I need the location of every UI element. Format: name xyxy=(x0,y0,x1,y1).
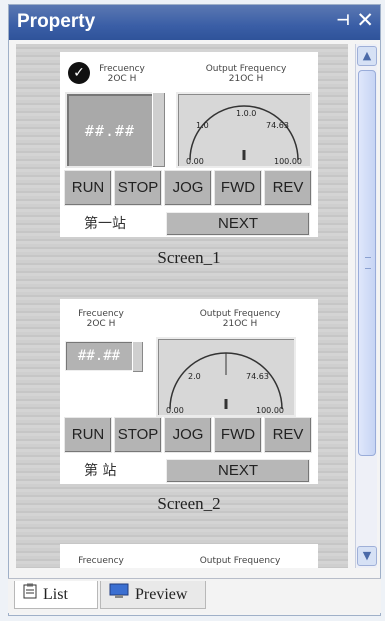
screen-thumbnail-3[interactable]: Frecuency Output Frequency xyxy=(60,544,318,568)
tab-list[interactable]: List xyxy=(14,581,98,609)
gauge-dial: 1.0 1.0.0 74.63 0.00 100.00 xyxy=(186,105,302,166)
tab-strip: List Preview xyxy=(8,578,381,613)
fwd-button[interactable]: FWD xyxy=(214,170,262,206)
run-button[interactable]: RUN xyxy=(64,170,112,206)
frequency-display: ##.## xyxy=(65,92,155,168)
display-side-bar xyxy=(132,341,144,373)
display-side-bar xyxy=(152,92,166,168)
screen-caption-1: Screen_1 xyxy=(157,248,221,267)
gauge-top-tick: 1.0.0 xyxy=(236,109,256,118)
output-frequency-label: Output Frequency xyxy=(199,309,281,319)
gauge-right-tick: 74.63 xyxy=(266,121,289,130)
frequency-display: ##.## xyxy=(65,341,133,371)
jog-button[interactable]: JOG xyxy=(164,170,212,206)
stop-button[interactable]: STOP xyxy=(114,417,162,453)
screen-thumbnail-2[interactable]: Frecuency 2OC H Output Frequency 21OC H … xyxy=(60,299,318,484)
output-gauge: 2.0 74.63 0.00 100.00 xyxy=(156,337,296,417)
window-title: Property xyxy=(17,11,96,32)
control-button-row: RUN STOP JOG FWD REV xyxy=(64,417,312,453)
checkmark-icon: ✓ xyxy=(68,62,90,84)
display-value: ##.## xyxy=(84,122,136,140)
stop-button[interactable]: STOP xyxy=(114,170,162,206)
fwd-button[interactable]: FWD xyxy=(214,417,262,453)
frequency-label: Frecuency xyxy=(99,64,145,74)
screen-thumbnail-1[interactable]: ✓ Frecuency 2OC H Output Frequency 21OC … xyxy=(60,52,318,237)
rev-button[interactable]: REV xyxy=(264,170,312,206)
tab-preview-label: Preview xyxy=(135,586,188,603)
frequency-label: Frecuency xyxy=(78,309,124,319)
gauge-left-tick: 2.0 xyxy=(188,372,201,381)
rev-button[interactable]: REV xyxy=(264,417,312,453)
scroll-down-icon[interactable]: ▼ xyxy=(357,546,377,566)
next-button[interactable]: NEXT xyxy=(166,459,310,483)
tab-list-label: List xyxy=(43,586,68,603)
tab-preview[interactable]: Preview xyxy=(100,581,206,609)
station-label: 第一站 xyxy=(84,216,126,232)
gauge-min-tick: 0.00 xyxy=(186,157,204,166)
monitor-icon xyxy=(109,581,129,609)
close-icon[interactable]: ✕ xyxy=(356,8,374,32)
gauge-left-tick: 1.0 xyxy=(196,121,209,130)
output-frequency-unit: 21OC H xyxy=(228,74,264,84)
gauge-min-tick: 0.00 xyxy=(166,406,184,415)
screen-caption-2: Screen_2 xyxy=(157,494,221,513)
scroll-up-icon[interactable]: ▲ xyxy=(357,46,377,66)
gauge-dial: 2.0 74.63 0.00 100.00 xyxy=(166,352,284,415)
output-frequency-unit: 21OC H xyxy=(222,319,258,329)
screen-list: ✓ Frecuency 2OC H Output Frequency 21OC … xyxy=(16,44,348,568)
gauge-max-tick: 100.00 xyxy=(256,406,284,415)
grip-icon xyxy=(365,257,371,269)
pin-icon[interactable]: ⊣ xyxy=(336,11,350,29)
output-frequency-label: Output Frequency xyxy=(205,64,287,74)
output-frequency-label: Output Frequency xyxy=(199,556,281,566)
gauge-max-tick: 100.00 xyxy=(274,157,302,166)
clipboard-icon xyxy=(23,581,37,609)
scroll-thumb[interactable] xyxy=(358,70,376,456)
gauge-right-tick: 74.63 xyxy=(246,372,269,381)
station-label: 第 站 xyxy=(84,463,117,479)
frequency-unit: 2OC H xyxy=(107,74,137,84)
title-bar: Property ⊣ ✕ xyxy=(9,5,380,40)
next-button[interactable]: NEXT xyxy=(166,212,310,236)
vertical-scrollbar[interactable]: ▲ ▼ xyxy=(355,44,377,568)
frequency-unit: 2OC H xyxy=(86,319,116,329)
output-gauge: 1.0 1.0.0 74.63 0.00 100.00 xyxy=(176,92,312,168)
display-value: ##.## xyxy=(77,348,121,364)
jog-button[interactable]: JOG xyxy=(164,417,212,453)
run-button[interactable]: RUN xyxy=(64,417,112,453)
frequency-label: Frecuency xyxy=(78,556,124,566)
control-button-row: RUN STOP JOG FWD REV xyxy=(64,170,312,206)
